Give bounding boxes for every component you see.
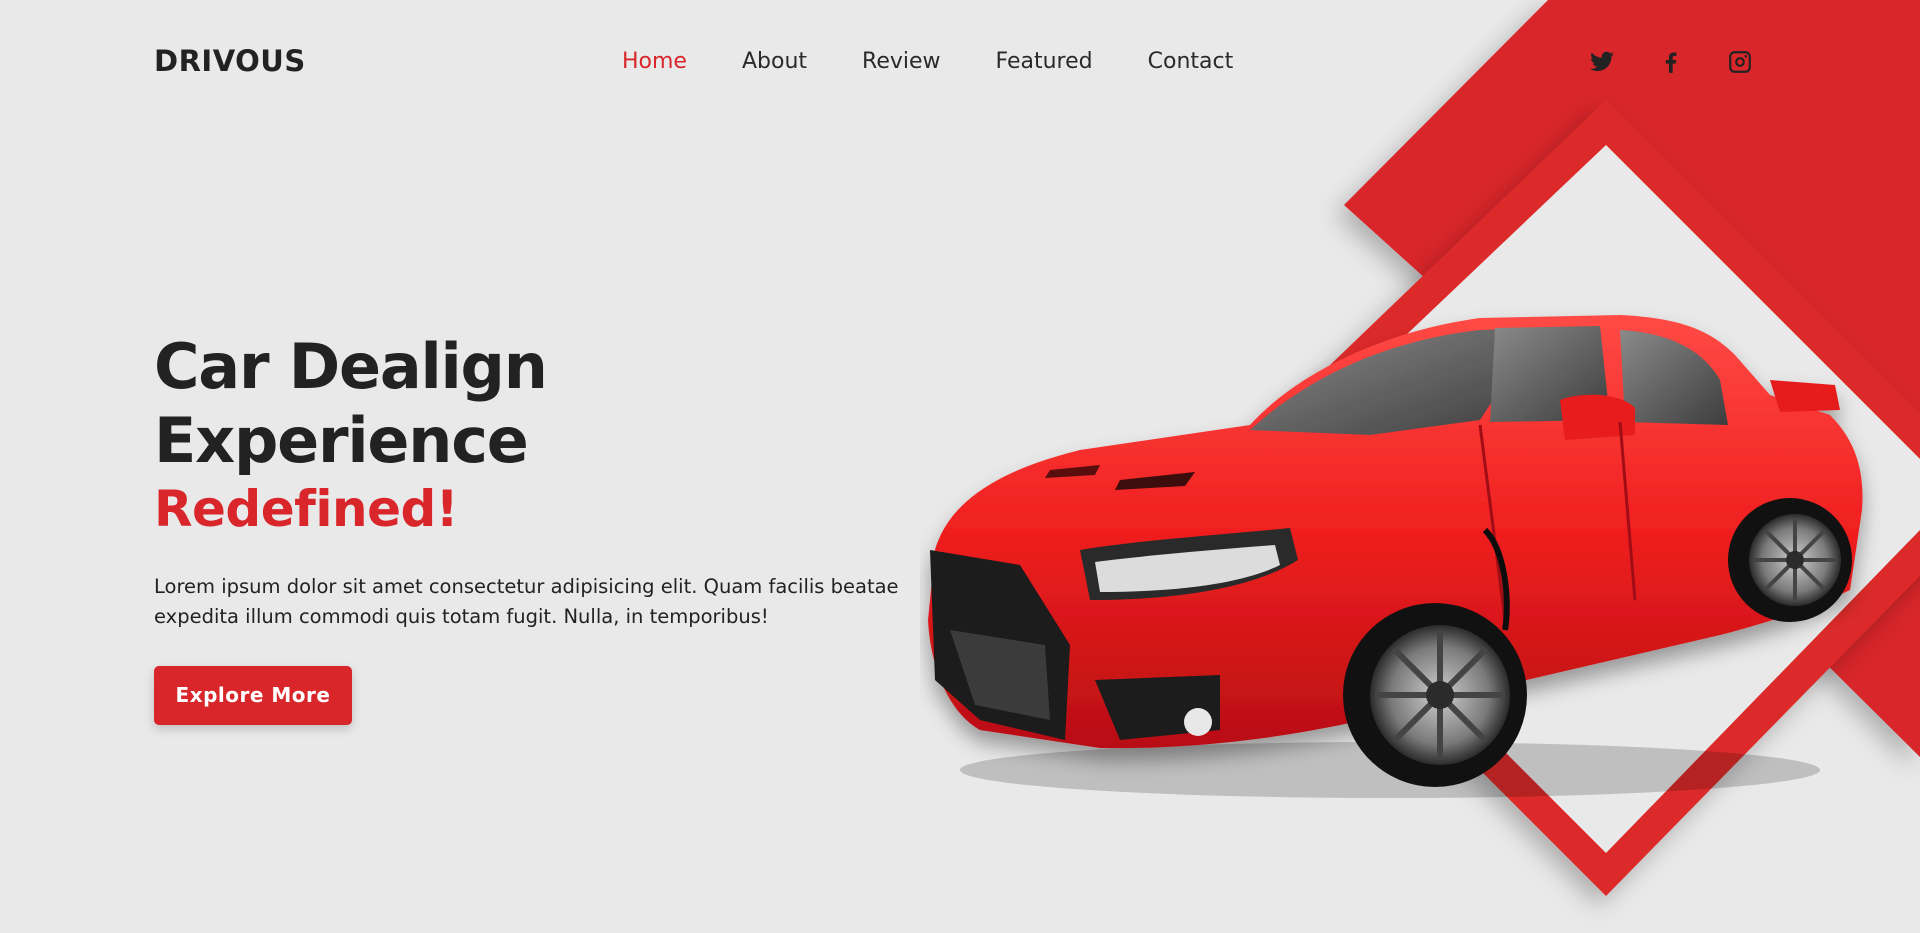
- hero-title: Car Dealign Experience: [154, 330, 548, 478]
- nav-featured[interactable]: Featured: [996, 49, 1093, 74]
- explore-more-button[interactable]: Explore More: [154, 665, 352, 725]
- nav-home[interactable]: Home: [622, 49, 687, 74]
- main-nav: Home About Review Featured Contact: [622, 49, 1288, 74]
- nav-about[interactable]: About: [742, 49, 807, 74]
- instagram-icon[interactable]: [1726, 48, 1754, 76]
- hero-description: Lorem ipsum dolor sit amet consectetur a…: [154, 574, 899, 628]
- hero-subtitle: Redefined!: [154, 479, 459, 538]
- nav-contact[interactable]: Contact: [1148, 49, 1234, 74]
- social-links: [1588, 48, 1795, 76]
- red-car-image: [928, 315, 1863, 798]
- brand-logo[interactable]: DRIVOUS: [154, 44, 306, 78]
- hero-section: Car Dealign Experience Redefined! Lorem …: [154, 330, 934, 725]
- facebook-icon[interactable]: [1657, 48, 1685, 76]
- nav-review[interactable]: Review: [862, 49, 941, 74]
- site-header: DRIVOUS Home About Review Featured Conta…: [0, 0, 1920, 125]
- twitter-icon[interactable]: [1588, 48, 1616, 76]
